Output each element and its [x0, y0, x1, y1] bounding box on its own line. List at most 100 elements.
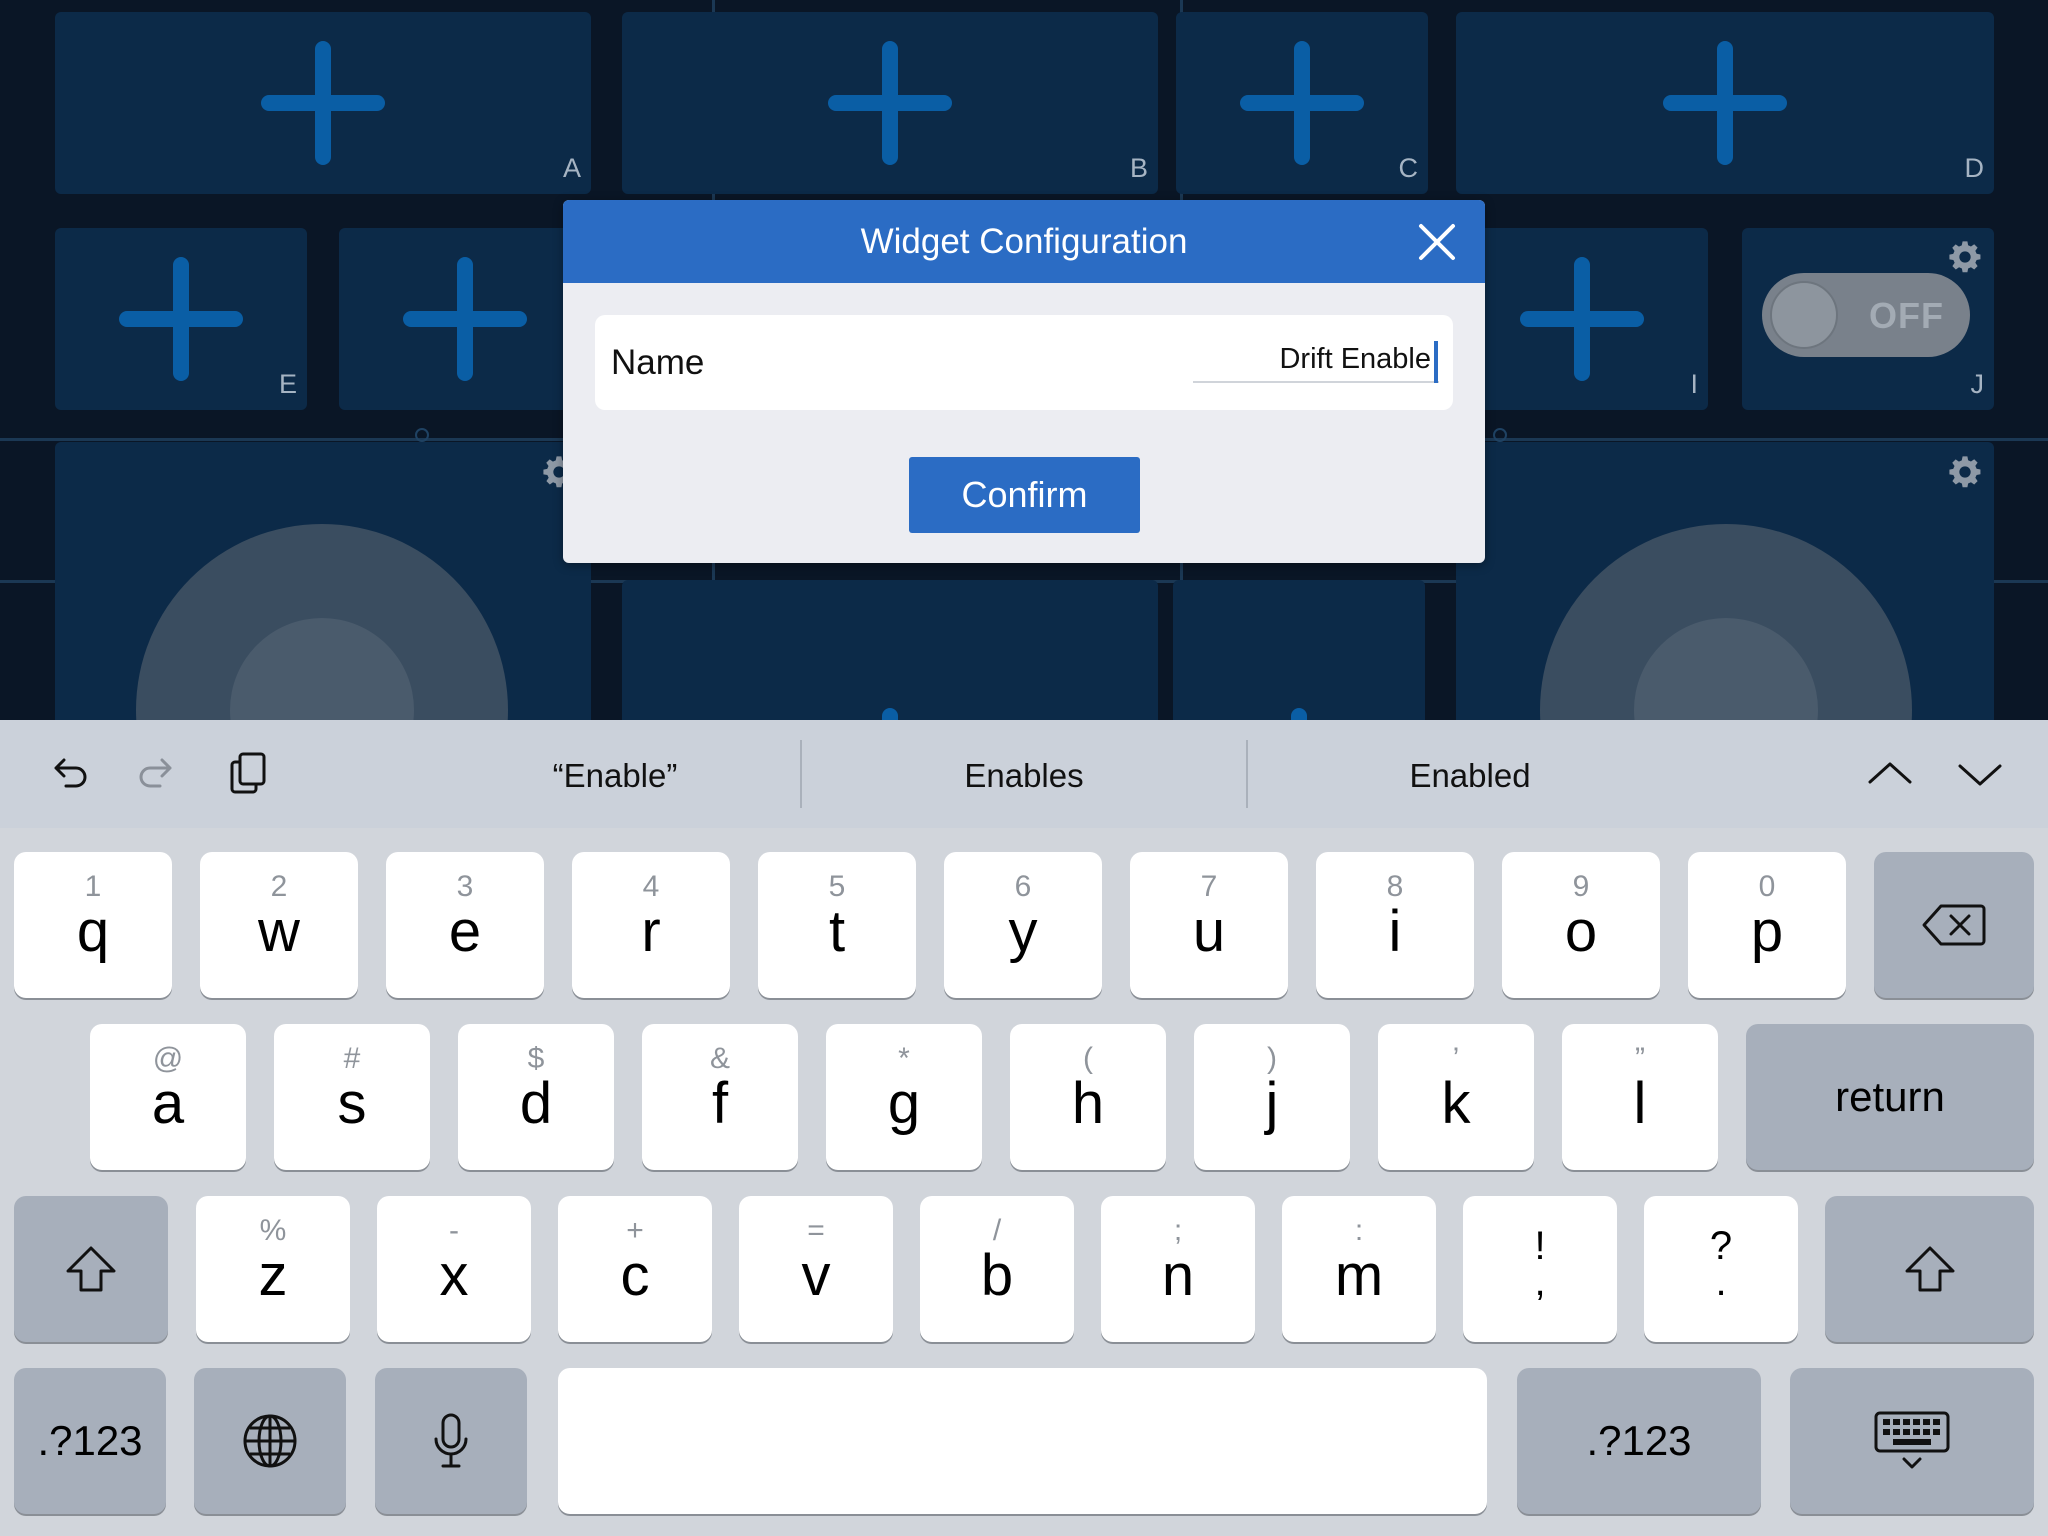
key-k[interactable]: ’ k: [1378, 1024, 1534, 1170]
widget-slot-d[interactable]: D: [1456, 12, 1994, 194]
widget-slot-label: C: [1398, 153, 1419, 183]
circuit-node: [1493, 428, 1507, 442]
key-label: s: [337, 1071, 367, 1136]
key-g[interactable]: * g: [826, 1024, 982, 1170]
dialog-title: Widget Configuration: [860, 222, 1188, 261]
numbers-key-right[interactable]: .?123: [1517, 1368, 1761, 1514]
key-h[interactable]: (h: [1010, 1024, 1166, 1170]
key-c[interactable]: + c: [558, 1196, 712, 1342]
suggestion-3[interactable]: Enabled: [1248, 740, 1692, 812]
key-n[interactable]: ; n: [1101, 1196, 1255, 1342]
suggestion-1[interactable]: “Enable”: [430, 740, 800, 812]
key-label: j: [1265, 1071, 1279, 1136]
widget-slot-i[interactable]: I: [1456, 228, 1708, 410]
key-label: w: [258, 899, 300, 964]
widget-slot-label: E: [278, 369, 297, 399]
numbers-key-label: .?123: [37, 1417, 143, 1464]
key-label: u: [1192, 899, 1226, 964]
return-key[interactable]: return: [1746, 1024, 2034, 1170]
shift-key-right[interactable]: [1825, 1196, 2034, 1342]
key-o[interactable]: 9o: [1502, 852, 1660, 998]
name-input[interactable]: [1193, 337, 1439, 383]
widget-slot-label: I: [1690, 369, 1698, 399]
widget-slot-h[interactable]: [1173, 580, 1425, 720]
key-m[interactable]: :m: [1282, 1196, 1436, 1342]
key-t[interactable]: 5t: [758, 852, 916, 998]
gear-icon[interactable]: [1948, 240, 1982, 274]
key-x[interactable]: -x: [377, 1196, 531, 1342]
key-r[interactable]: 4r: [572, 852, 730, 998]
key-w[interactable]: 2w: [200, 852, 358, 998]
redo-icon[interactable]: [132, 748, 184, 800]
plus-icon: [1520, 257, 1644, 381]
key-j[interactable]: ) j: [1194, 1024, 1350, 1170]
widget-slot-b[interactable]: B: [622, 12, 1158, 194]
key-v[interactable]: = v: [739, 1196, 893, 1342]
key-label: r: [641, 899, 661, 964]
key-period[interactable]: ? .: [1644, 1196, 1798, 1342]
widget-slot-f[interactable]: [339, 228, 591, 410]
plus-icon: [1237, 708, 1361, 720]
keyboard-hide-icon: [1874, 1411, 1950, 1469]
key-comma[interactable]: ! ,: [1463, 1196, 1617, 1342]
widget-slot-label: B: [1129, 153, 1148, 183]
key-p[interactable]: 0p: [1688, 852, 1846, 998]
key-b[interactable]: / b: [920, 1196, 1074, 1342]
key-a[interactable]: @ a: [90, 1024, 246, 1170]
key-i[interactable]: 8i: [1316, 852, 1474, 998]
widget-slot-a[interactable]: A: [55, 12, 591, 194]
key-f[interactable]: & f: [642, 1024, 798, 1170]
key-label: f: [711, 1071, 729, 1136]
dialog-header: Widget Configuration: [563, 200, 1485, 283]
circuit-node: [415, 428, 429, 442]
key-y[interactable]: 6y: [944, 852, 1102, 998]
key-label: l: [1633, 1071, 1647, 1136]
toggle-knob: [1770, 281, 1838, 349]
confirm-button[interactable]: Confirm: [909, 457, 1140, 533]
widget-slot-e[interactable]: E: [55, 228, 307, 410]
joystick-left-thumb[interactable]: [230, 618, 414, 720]
globe-icon: [243, 1414, 297, 1468]
key-label: ,: [1534, 1260, 1546, 1304]
key-label: x: [439, 1243, 469, 1308]
text-caret: [1434, 341, 1438, 383]
shift-key-left[interactable]: [14, 1196, 168, 1342]
toggle-switch[interactable]: OFF: [1762, 273, 1970, 357]
key-e[interactable]: 3e: [386, 852, 544, 998]
key-label: g: [887, 1071, 921, 1136]
hide-keyboard-key[interactable]: [1790, 1368, 2034, 1514]
key-label: p: [1750, 899, 1784, 964]
key-l[interactable]: ” l: [1562, 1024, 1718, 1170]
widget-slot-g[interactable]: [622, 580, 1158, 720]
widget-slot-c[interactable]: C: [1176, 12, 1428, 194]
key-label: k: [1441, 1071, 1471, 1136]
plus-icon: [828, 708, 952, 720]
delete-icon: [1922, 904, 1986, 946]
gear-icon[interactable]: [1948, 455, 1982, 489]
numbers-key-left[interactable]: .?123: [14, 1368, 166, 1514]
key-label: v: [801, 1243, 831, 1308]
dictation-key[interactable]: [375, 1368, 527, 1514]
key-label: a: [151, 1071, 185, 1136]
key-u[interactable]: 7u: [1130, 852, 1288, 998]
close-icon[interactable]: [1415, 220, 1459, 264]
key-label: .: [1715, 1260, 1727, 1304]
globe-key[interactable]: [194, 1368, 346, 1514]
toggle-state-label: OFF: [1869, 295, 1944, 336]
key-d[interactable]: $ d: [458, 1024, 614, 1170]
key-z[interactable]: % z: [196, 1196, 350, 1342]
space-key[interactable]: [558, 1368, 1487, 1514]
chevron-up-icon[interactable]: [1864, 748, 1916, 800]
key-q[interactable]: 1q: [14, 852, 172, 998]
suggestion-2[interactable]: Enables: [802, 740, 1246, 812]
plus-icon: [403, 257, 527, 381]
paste-icon[interactable]: [222, 748, 274, 800]
delete-key[interactable]: [1874, 852, 2034, 998]
key-label: z: [258, 1243, 288, 1308]
joystick-right-thumb[interactable]: [1634, 618, 1818, 720]
chevron-down-icon[interactable]: [1954, 748, 2006, 800]
key-s[interactable]: # s: [274, 1024, 430, 1170]
plus-icon: [828, 41, 952, 165]
key-label: h: [1071, 1071, 1105, 1136]
undo-icon[interactable]: [42, 748, 94, 800]
